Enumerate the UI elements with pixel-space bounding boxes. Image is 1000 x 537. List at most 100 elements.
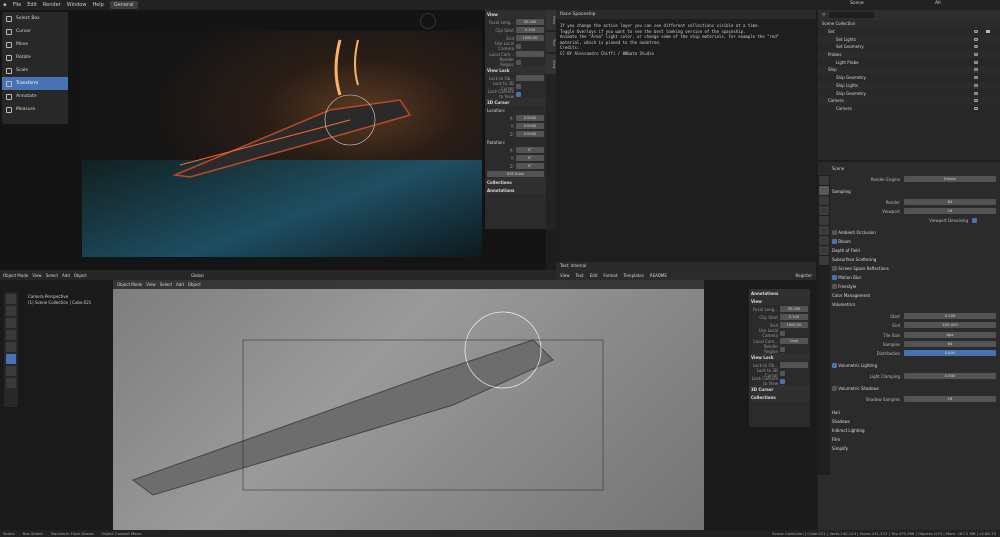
3d-cursor-header[interactable]: 3D Cursor <box>485 98 546 106</box>
tool-tab-icon[interactable] <box>819 176 829 185</box>
eye-icon[interactable] <box>974 106 978 110</box>
vp2-menu-select[interactable]: Select <box>46 273 58 278</box>
lock-cam-row[interactable]: Lock Camera to View <box>485 89 546 99</box>
search-input[interactable] <box>829 12 875 18</box>
view-lock-header[interactable]: View Lock <box>749 353 810 361</box>
render-region-row[interactable]: Render Region <box>749 344 810 354</box>
bloom-checkbox[interactable] <box>832 238 837 244</box>
render-tab-icon[interactable] <box>819 186 829 195</box>
measure-icon[interactable] <box>6 378 16 388</box>
local-cam-checkbox[interactable] <box>516 43 521 49</box>
local-cam-field[interactable] <box>516 51 544 57</box>
eye-icon[interactable] <box>974 37 978 41</box>
spaceship-solid[interactable] <box>113 280 704 530</box>
tool-move[interactable]: Move <box>2 38 68 51</box>
render-region-checkbox[interactable] <box>780 346 785 352</box>
local-camera-row[interactable]: Use Local Camera <box>485 41 546 51</box>
render-region-checkbox[interactable] <box>516 59 521 65</box>
viewport-samples-field[interactable]: 16 <box>904 207 996 215</box>
scene-tab-icon[interactable] <box>819 216 829 225</box>
text-file-name[interactable]: README <box>650 273 667 278</box>
motion-blur-checkbox[interactable] <box>832 274 837 280</box>
clip-start-row[interactable]: Clip Start 0.100 <box>485 26 546 34</box>
section-film[interactable]: Film <box>832 435 996 443</box>
clamp-field[interactable]: 0.000 <box>904 372 996 380</box>
focal-field[interactable]: 35.000 <box>516 19 544 25</box>
vp2-menu-select-2[interactable]: Select <box>160 282 172 287</box>
collections-header[interactable]: Collections <box>749 393 810 401</box>
eye-icon[interactable] <box>974 91 978 95</box>
mode-select[interactable]: Object Mode <box>3 273 28 278</box>
tool-annotate[interactable]: Annotate <box>2 90 68 103</box>
rot-y-field[interactable]: 0° <box>516 155 544 161</box>
cursor-z-field[interactable]: 0.0000 <box>516 131 544 137</box>
tool-select-box[interactable]: Select Box <box>2 12 68 25</box>
vp2-menu-view[interactable]: View <box>32 273 42 278</box>
tile-select[interactable]: 8px <box>904 331 996 339</box>
text-menu-text[interactable]: Text <box>576 273 584 278</box>
render-engine-row[interactable]: Render Engine Eevee <box>832 175 996 183</box>
shadow-samples-field[interactable]: 16 <box>904 395 996 403</box>
text-menu-view[interactable]: View <box>560 273 570 278</box>
scale-icon[interactable] <box>6 342 16 352</box>
end-field[interactable]: 1000.00 <box>780 322 808 328</box>
scene-selector[interactable]: Scene <box>850 1 864 6</box>
end-field[interactable]: 100.000 <box>904 321 996 329</box>
rot-z-row[interactable]: Z: 0° <box>485 162 546 170</box>
lock-cam-row[interactable]: Lock Camera to View <box>749 376 810 386</box>
tab-item[interactable]: Item <box>546 10 556 30</box>
sampling-header[interactable]: Sampling <box>832 187 996 195</box>
material-tab-icon[interactable] <box>819 256 829 265</box>
lock-cam-checkbox[interactable] <box>516 91 521 97</box>
outliner-row[interactable]: Ship Geometry <box>818 89 1000 97</box>
lock-3d-checkbox[interactable] <box>780 370 785 376</box>
distribution-slider[interactable]: 0.800 <box>904 349 996 357</box>
shadow-samples-row[interactable]: Shadow Samples 16 <box>832 395 996 403</box>
distribution-row[interactable]: Distribution 0.800 <box>832 349 996 357</box>
clip-field[interactable]: 0.100 <box>516 27 544 33</box>
section-color-management[interactable]: Color Management <box>832 291 996 299</box>
samples-field[interactable]: 64 <box>904 340 996 348</box>
annotations-header[interactable]: Annotations <box>485 186 546 194</box>
world-tab-icon[interactable] <box>819 226 829 235</box>
eye-icon[interactable] <box>974 45 978 49</box>
clip-row[interactable]: Clip Start 0.100 <box>749 313 810 321</box>
rot-z-field[interactable]: 0° <box>516 163 544 169</box>
lock-obj-field[interactable] <box>780 362 808 368</box>
vp2-menu-add-2[interactable]: Add <box>176 282 184 287</box>
text-editor[interactable]: Race Spaceship If you change the active … <box>556 10 816 268</box>
local-cam-field[interactable]: Cam <box>780 338 808 344</box>
vp2-menu-view-2[interactable]: View <box>146 282 156 287</box>
move-icon[interactable] <box>6 318 16 328</box>
outliner-row[interactable]: Set Lights <box>818 35 1000 44</box>
outliner-row[interactable]: Set Geometry <box>818 43 1000 51</box>
vol-end-row[interactable]: End 100.000 <box>832 321 996 329</box>
view-layer-selector[interactable]: All <box>935 1 941 6</box>
section-bloom[interactable]: Bloom <box>832 237 996 245</box>
lock-obj-field[interactable] <box>516 75 544 81</box>
section-shadows[interactable]: Shadows <box>832 417 996 425</box>
render-samples-row[interactable]: Render 64 <box>832 198 996 206</box>
workspace-tab-general[interactable]: General <box>109 1 138 9</box>
section-simplify[interactable]: Simplify <box>832 444 996 452</box>
collections-header[interactable]: Collections <box>485 178 546 186</box>
object-tab-icon[interactable] <box>819 236 829 245</box>
output-tab-icon[interactable] <box>819 196 829 205</box>
clip-field[interactable]: 0.100 <box>780 314 808 320</box>
tab-view[interactable]: View <box>546 54 556 74</box>
tool-transform[interactable]: Transform <box>2 77 68 90</box>
vol-start-row[interactable]: Start 0.100 <box>832 312 996 320</box>
tool-scale[interactable]: Scale <box>2 64 68 77</box>
ssr-checkbox[interactable] <box>832 265 837 271</box>
vol-shadows-header[interactable]: Volumetric Shadows <box>832 384 996 392</box>
engine-select[interactable]: Eevee <box>904 175 996 183</box>
text-menu-edit[interactable]: Edit <box>590 273 598 278</box>
rot-x-row[interactable]: X: 0° <box>485 146 546 154</box>
menu-file[interactable]: File <box>13 2 21 8</box>
tool-cursor[interactable]: Cursor <box>2 25 68 38</box>
outliner-row[interactable]: Light Probe <box>818 58 1000 66</box>
focal-row[interactable]: Focal Leng... 35.000 <box>749 305 810 313</box>
view-lock-header[interactable]: View Lock <box>485 66 546 74</box>
outliner-row[interactable]: Camera <box>818 96 1000 105</box>
solid-view[interactable] <box>113 280 704 530</box>
